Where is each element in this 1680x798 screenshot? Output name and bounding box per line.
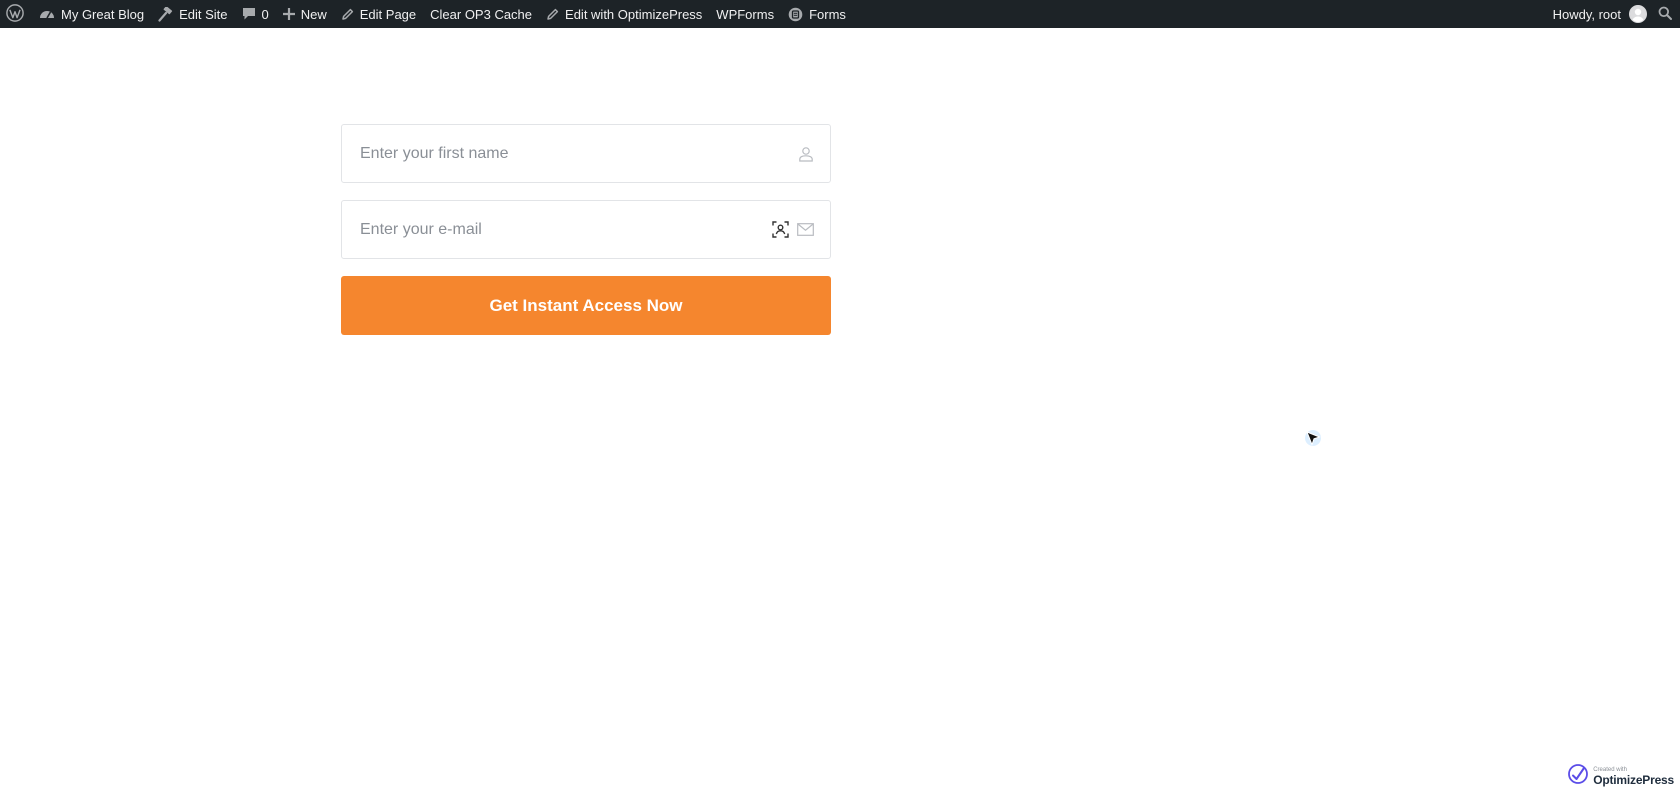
admin-bar-right: Howdy, root <box>1546 0 1680 28</box>
site-name-label: My Great Blog <box>61 6 145 22</box>
new-label: New <box>300 6 327 22</box>
first-name-field <box>341 124 831 183</box>
wpforms-label: WPForms <box>716 6 775 22</box>
comments-count: 0 <box>261 6 269 22</box>
site-name-menu[interactable]: My Great Blog <box>32 0 151 28</box>
howdy-label: Howdy, root <box>1552 6 1621 22</box>
mouse-cursor-icon <box>1305 430 1325 455</box>
pencil-icon <box>341 8 354 21</box>
clear-cache-link[interactable]: Clear OP3 Cache <box>423 0 539 28</box>
badge-brand: OptimizePress <box>1593 773 1674 787</box>
optimizepress-badge[interactable]: Created with OptimizePress <box>1567 763 1674 790</box>
first-name-input[interactable] <box>360 125 790 182</box>
get-access-button[interactable]: Get Instant Access Now <box>341 276 831 335</box>
wordpress-logo-icon <box>6 3 24 25</box>
comment-icon <box>242 7 256 21</box>
edit-with-label: Edit with OptimizePress <box>565 6 703 22</box>
new-content-menu[interactable]: New <box>276 0 334 28</box>
pencil-icon <box>546 8 559 21</box>
user-icon <box>798 146 814 162</box>
admin-search-button[interactable] <box>1654 0 1680 28</box>
admin-bar-left: My Great Blog Edit Site 0 New Edit Page … <box>0 0 853 28</box>
wordpress-logo-button[interactable] <box>0 0 32 28</box>
edit-with-optimizepress-link[interactable]: Edit with OptimizePress <box>539 0 709 28</box>
edit-page-link[interactable]: Edit Page <box>334 0 423 28</box>
forms-link[interactable]: Forms <box>781 0 853 28</box>
email-input[interactable] <box>360 201 764 258</box>
comments-link[interactable]: 0 <box>235 0 276 28</box>
avatar <box>1629 5 1647 23</box>
clear-cache-label: Clear OP3 Cache <box>430 6 533 22</box>
optimizepress-logo-icon <box>1567 763 1589 790</box>
hammer-icon <box>158 6 173 22</box>
plus-icon <box>282 8 295 20</box>
forms-icon <box>788 7 803 22</box>
my-account-menu[interactable]: Howdy, root <box>1546 0 1654 28</box>
admin-bar: My Great Blog Edit Site 0 New Edit Page … <box>0 0 1680 28</box>
edit-site-link[interactable]: Edit Site <box>151 0 234 28</box>
search-icon <box>1658 6 1672 23</box>
envelope-icon <box>797 223 814 236</box>
contact-card-icon[interactable] <box>772 221 789 238</box>
edit-site-label: Edit Site <box>179 6 228 22</box>
edit-page-label: Edit Page <box>359 6 417 22</box>
optimizepress-badge-text: Created with OptimizePress <box>1593 767 1674 786</box>
optin-form: Get Instant Access Now <box>341 124 831 335</box>
wpforms-link[interactable]: WPForms <box>709 0 781 28</box>
forms-label: Forms <box>809 6 846 22</box>
dashboard-icon <box>39 7 55 21</box>
email-field <box>341 200 831 259</box>
